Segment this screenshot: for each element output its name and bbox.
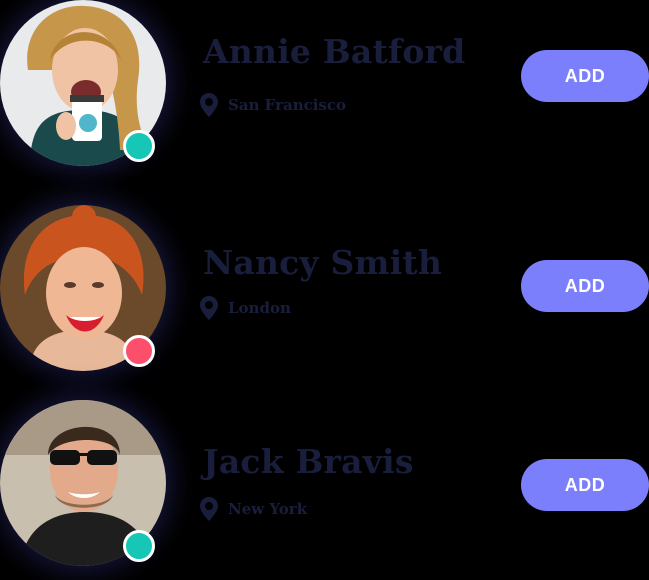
contact-card: Nancy Smith London ADD	[0, 205, 649, 385]
map-pin-icon	[200, 497, 218, 521]
status-indicator	[123, 530, 155, 562]
status-indicator	[123, 130, 155, 162]
contact-name: Jack Bravis	[203, 442, 414, 481]
status-indicator	[123, 335, 155, 367]
avatar-container	[0, 205, 168, 373]
location-label: New York	[228, 500, 308, 518]
add-button[interactable]: ADD	[521, 260, 649, 312]
contact-card: Jack Bravis New York ADD	[0, 400, 649, 580]
map-pin-icon	[200, 93, 218, 117]
contact-name: Annie Batford	[203, 32, 466, 71]
contact-name: Nancy Smith	[203, 243, 443, 282]
avatar-container	[0, 0, 168, 168]
contact-location: London	[200, 295, 291, 321]
add-button[interactable]: ADD	[521, 459, 649, 511]
map-pin-icon	[200, 296, 218, 320]
contact-card: Annie Batford San Francisco ADD	[0, 0, 649, 180]
add-button[interactable]: ADD	[521, 50, 649, 102]
contact-location: San Francisco	[200, 92, 346, 118]
contact-location: New York	[200, 496, 307, 522]
location-label: London	[228, 299, 291, 317]
location-label: San Francisco	[228, 96, 347, 114]
avatar-container	[0, 400, 168, 568]
